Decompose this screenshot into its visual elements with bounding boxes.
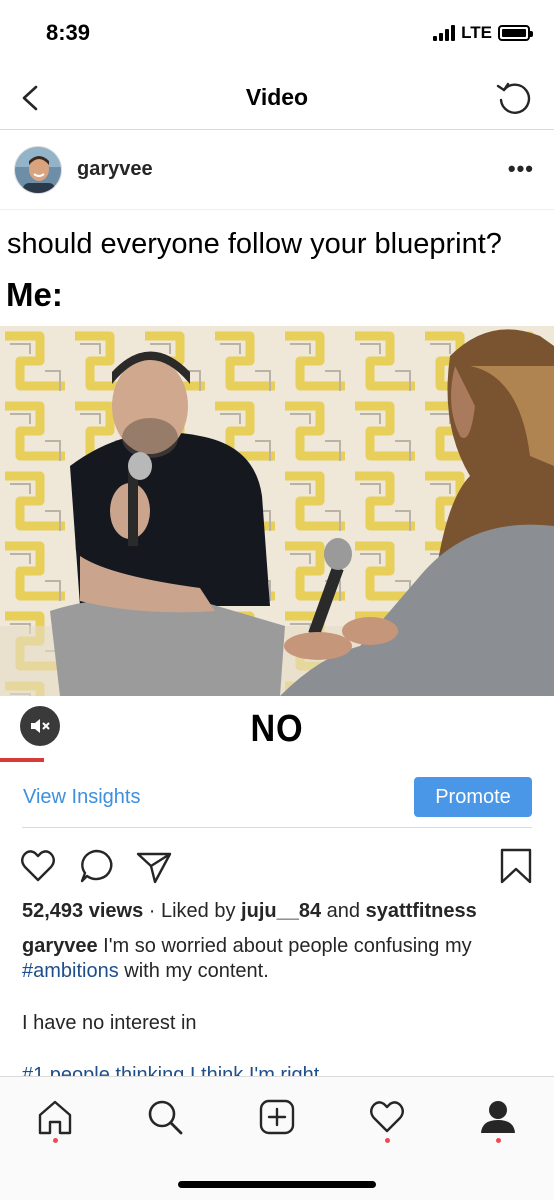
meme-caption-answer: NO bbox=[250, 708, 304, 750]
signal-icon bbox=[433, 25, 456, 41]
insights-row: View Insights Promote bbox=[22, 762, 532, 828]
post-username[interactable]: garyvee bbox=[77, 158, 153, 181]
status-time: 8:39 bbox=[46, 20, 91, 45]
view-insights-link[interactable]: View Insights bbox=[23, 786, 140, 809]
post-actions bbox=[0, 840, 554, 892]
nav-bar: Video bbox=[0, 66, 554, 130]
caption-line-partial: #1 people thinking I think I'm right bbox=[22, 1064, 320, 1076]
page-title: Video bbox=[245, 84, 309, 110]
battery-icon bbox=[498, 25, 533, 41]
view-count[interactable]: 52,493 views bbox=[22, 900, 143, 922]
home-icon[interactable] bbox=[35, 1097, 75, 1137]
likes-summary: 52,493 views · Liked by juju__84 and sya… bbox=[22, 900, 477, 923]
new-post-icon[interactable] bbox=[257, 1097, 297, 1137]
video-player[interactable]: should everyone follow your blueprint? M… bbox=[0, 210, 554, 762]
profile-notification-dot bbox=[496, 1138, 501, 1143]
liked-by-user-2[interactable]: syattfitness bbox=[366, 900, 477, 922]
avatar[interactable] bbox=[14, 146, 62, 194]
heart-icon[interactable] bbox=[18, 846, 58, 886]
meme-caption-me: Me: bbox=[6, 276, 63, 313]
more-options-icon[interactable]: ••• bbox=[508, 156, 534, 182]
meme-caption-top: should everyone follow your blueprint? bbox=[7, 228, 502, 260]
caption-line: I have no interest in bbox=[22, 1012, 197, 1034]
home-indicator bbox=[178, 1181, 376, 1188]
status-indicators: LTE bbox=[433, 23, 533, 43]
video-frame bbox=[0, 326, 554, 696]
activity-heart-icon[interactable] bbox=[367, 1097, 407, 1137]
share-icon[interactable] bbox=[134, 846, 174, 886]
promote-button[interactable]: Promote bbox=[414, 777, 532, 817]
liked-by-user[interactable]: juju__84 bbox=[241, 900, 321, 922]
caption-hashtag[interactable]: #ambitions bbox=[22, 960, 119, 982]
caption-text-end: with my content. bbox=[118, 960, 269, 982]
home-notification-dot bbox=[53, 1138, 58, 1143]
post-caption: garyvee I'm so worried about people conf… bbox=[22, 934, 532, 984]
liked-by-and: and bbox=[321, 900, 366, 922]
status-bar: 8:39 LTE bbox=[0, 0, 554, 66]
network-label: LTE bbox=[461, 23, 492, 42]
comment-icon[interactable] bbox=[77, 846, 117, 886]
search-icon[interactable] bbox=[145, 1097, 185, 1137]
bookmark-icon[interactable] bbox=[496, 846, 536, 886]
profile-icon[interactable] bbox=[478, 1097, 518, 1137]
activity-notification-dot bbox=[385, 1138, 390, 1143]
liked-by-prefix: · Liked by bbox=[143, 900, 242, 922]
post-header: garyvee ••• bbox=[0, 130, 554, 210]
caption-text: I'm so worried about people confusing my bbox=[97, 935, 472, 957]
caption-username[interactable]: garyvee bbox=[22, 935, 98, 957]
tab-bar bbox=[0, 1076, 554, 1200]
refresh-icon[interactable] bbox=[494, 78, 534, 118]
